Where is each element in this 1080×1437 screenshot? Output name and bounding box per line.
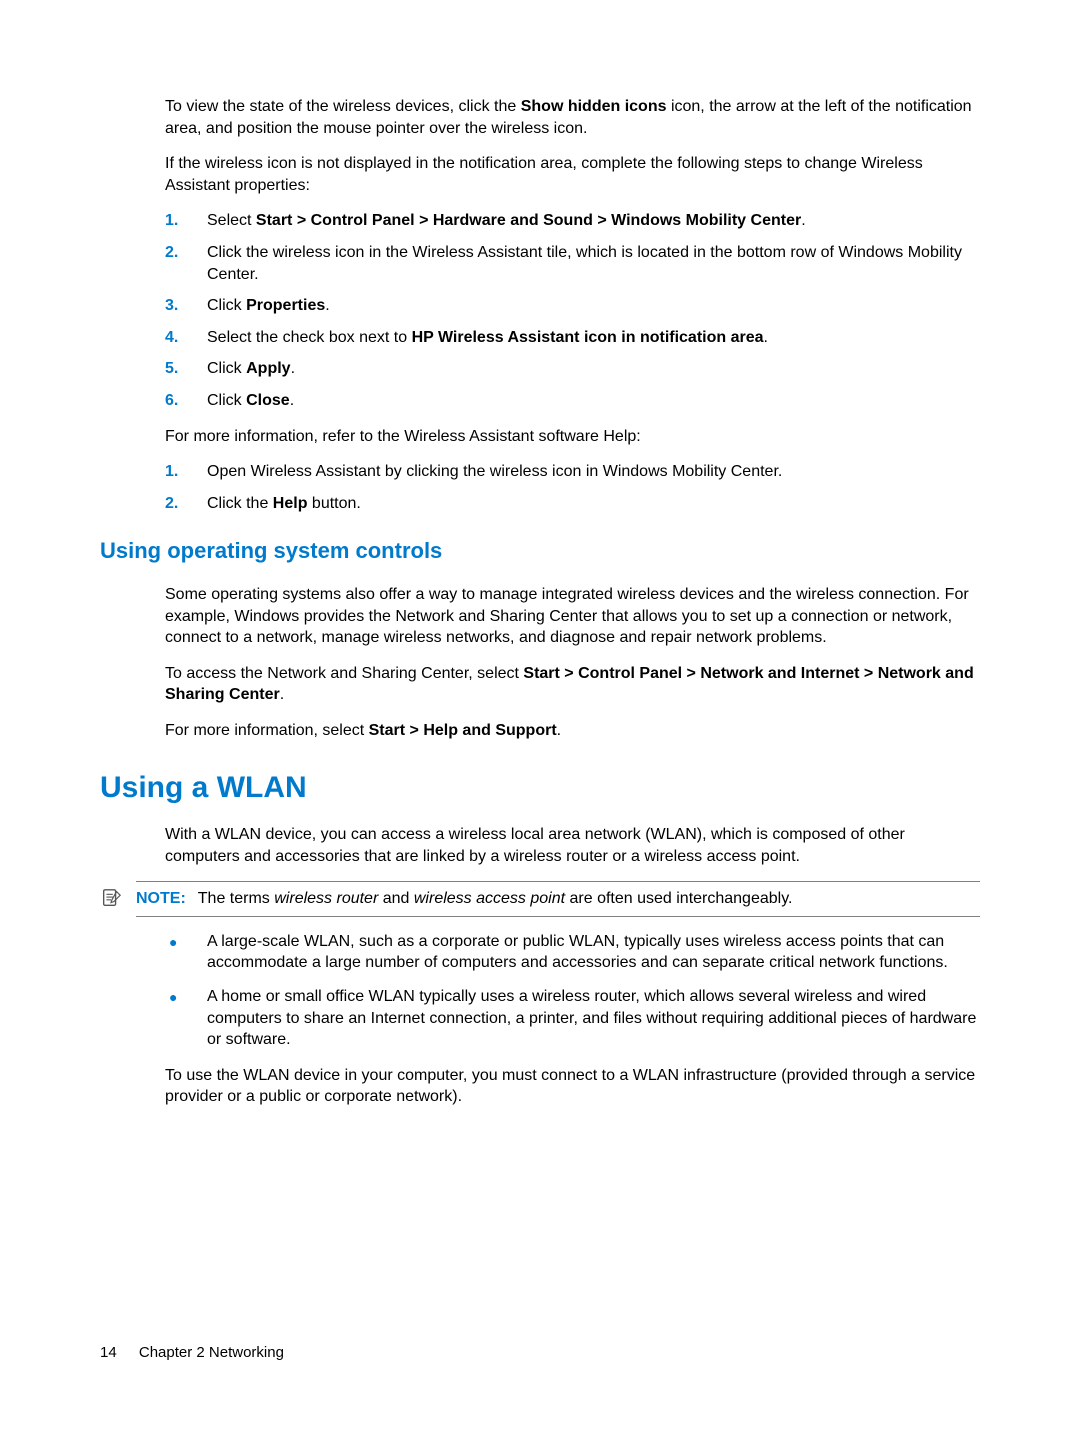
bold-text: Show hidden icons xyxy=(521,98,667,115)
intro-paragraph-2: If the wireless icon is not displayed in… xyxy=(165,153,980,196)
step-number: 6. xyxy=(165,390,207,412)
note-block: NOTE: The terms wireless router and wirel… xyxy=(100,881,980,917)
step-number: 3. xyxy=(165,295,207,317)
text: are often used interchangeably. xyxy=(565,890,792,907)
text: For more information, select xyxy=(165,722,369,739)
text: . xyxy=(280,686,284,703)
bold-text: Help xyxy=(273,495,308,512)
text: Click xyxy=(207,360,246,377)
text: Click xyxy=(207,297,246,314)
text: The terms xyxy=(198,890,274,907)
step-number: 2. xyxy=(165,493,207,515)
text: . xyxy=(557,722,561,739)
document-pencil-icon xyxy=(100,887,122,909)
step-body: Click the wireless icon in the Wireless … xyxy=(207,242,980,285)
bold-text: Apply xyxy=(246,360,290,377)
text: . xyxy=(291,360,295,377)
step-number: 1. xyxy=(165,461,207,483)
steps-list-1: 1. Select Start > Control Panel > Hardwa… xyxy=(165,210,980,411)
text: . xyxy=(801,212,805,229)
bold-text: Properties xyxy=(246,297,325,314)
step-body: Click Close. xyxy=(207,390,980,412)
italic-text: wireless access point xyxy=(414,890,565,907)
step-body: Select Start > Control Panel > Hardware … xyxy=(207,210,980,232)
chapter-label: Chapter 2 Networking xyxy=(139,1344,284,1361)
bullet-icon: ● xyxy=(165,986,207,1051)
os-controls-paragraph-3: For more information, select Start > Hel… xyxy=(165,720,980,742)
bold-text: Start > Control Panel > Hardware and Sou… xyxy=(256,212,801,229)
text: . xyxy=(764,329,768,346)
text: button. xyxy=(307,495,360,512)
step-body: Select the check box next to HP Wireless… xyxy=(207,327,980,349)
page-number: 14 xyxy=(100,1344,117,1361)
step-body: Click Properties. xyxy=(207,295,980,317)
text: . xyxy=(290,392,294,409)
text: Select xyxy=(207,212,256,229)
text: To view the state of the wireless device… xyxy=(165,98,521,115)
note-icon xyxy=(100,881,136,913)
section-heading-wlan: Using a WLAN xyxy=(100,768,980,809)
list-item: 6. Click Close. xyxy=(165,390,980,412)
text: To access the Network and Sharing Center… xyxy=(165,665,523,682)
wlan-paragraph-1: With a WLAN device, you can access a wir… xyxy=(165,824,980,867)
page-footer: 14 Chapter 2 Networking xyxy=(100,1343,284,1363)
list-item: 1. Open Wireless Assistant by clicking t… xyxy=(165,461,980,483)
step-number: 2. xyxy=(165,242,207,285)
list-item: 1. Select Start > Control Panel > Hardwa… xyxy=(165,210,980,232)
os-controls-paragraph-1: Some operating systems also offer a way … xyxy=(165,584,980,649)
bold-text: Start > Help and Support xyxy=(369,722,557,739)
list-item: ● A large-scale WLAN, such as a corporat… xyxy=(165,931,980,974)
wlan-bullet-list: ● A large-scale WLAN, such as a corporat… xyxy=(165,931,980,1051)
subheading-os-controls: Using operating system controls xyxy=(100,536,980,566)
step-number: 1. xyxy=(165,210,207,232)
text: Click the xyxy=(207,495,273,512)
bullet-body: A large-scale WLAN, such as a corporate … xyxy=(207,931,980,974)
italic-text: wireless router xyxy=(274,890,378,907)
step-body: Click the Help button. xyxy=(207,493,980,515)
text: and xyxy=(378,890,414,907)
list-item: 4. Select the check box next to HP Wirel… xyxy=(165,327,980,349)
bold-text: Close xyxy=(246,392,290,409)
list-item: 5. Click Apply. xyxy=(165,358,980,380)
text: Click xyxy=(207,392,246,409)
steps-list-2: 1. Open Wireless Assistant by clicking t… xyxy=(165,461,980,514)
closing-paragraph: To use the WLAN device in your computer,… xyxy=(165,1065,980,1108)
os-controls-paragraph-2: To access the Network and Sharing Center… xyxy=(165,663,980,706)
text: Select the check box next to xyxy=(207,329,412,346)
text: . xyxy=(325,297,329,314)
bold-text: HP Wireless Assistant icon in notificati… xyxy=(412,329,764,346)
bullet-icon: ● xyxy=(165,931,207,974)
step-number: 4. xyxy=(165,327,207,349)
bullet-body: A home or small office WLAN typically us… xyxy=(207,986,980,1051)
step-number: 5. xyxy=(165,358,207,380)
list-item: 3. Click Properties. xyxy=(165,295,980,317)
step-body: Open Wireless Assistant by clicking the … xyxy=(207,461,980,483)
step-body: Click Apply. xyxy=(207,358,980,380)
list-item: ● A home or small office WLAN typically … xyxy=(165,986,980,1051)
intro-paragraph-1: To view the state of the wireless device… xyxy=(165,96,980,139)
list-item: 2. Click the Help button. xyxy=(165,493,980,515)
mid-paragraph: For more information, refer to the Wirel… xyxy=(165,426,980,448)
note-text: NOTE: The terms wireless router and wirel… xyxy=(136,881,980,917)
note-label: NOTE: xyxy=(136,890,186,907)
list-item: 2. Click the wireless icon in the Wirele… xyxy=(165,242,980,285)
